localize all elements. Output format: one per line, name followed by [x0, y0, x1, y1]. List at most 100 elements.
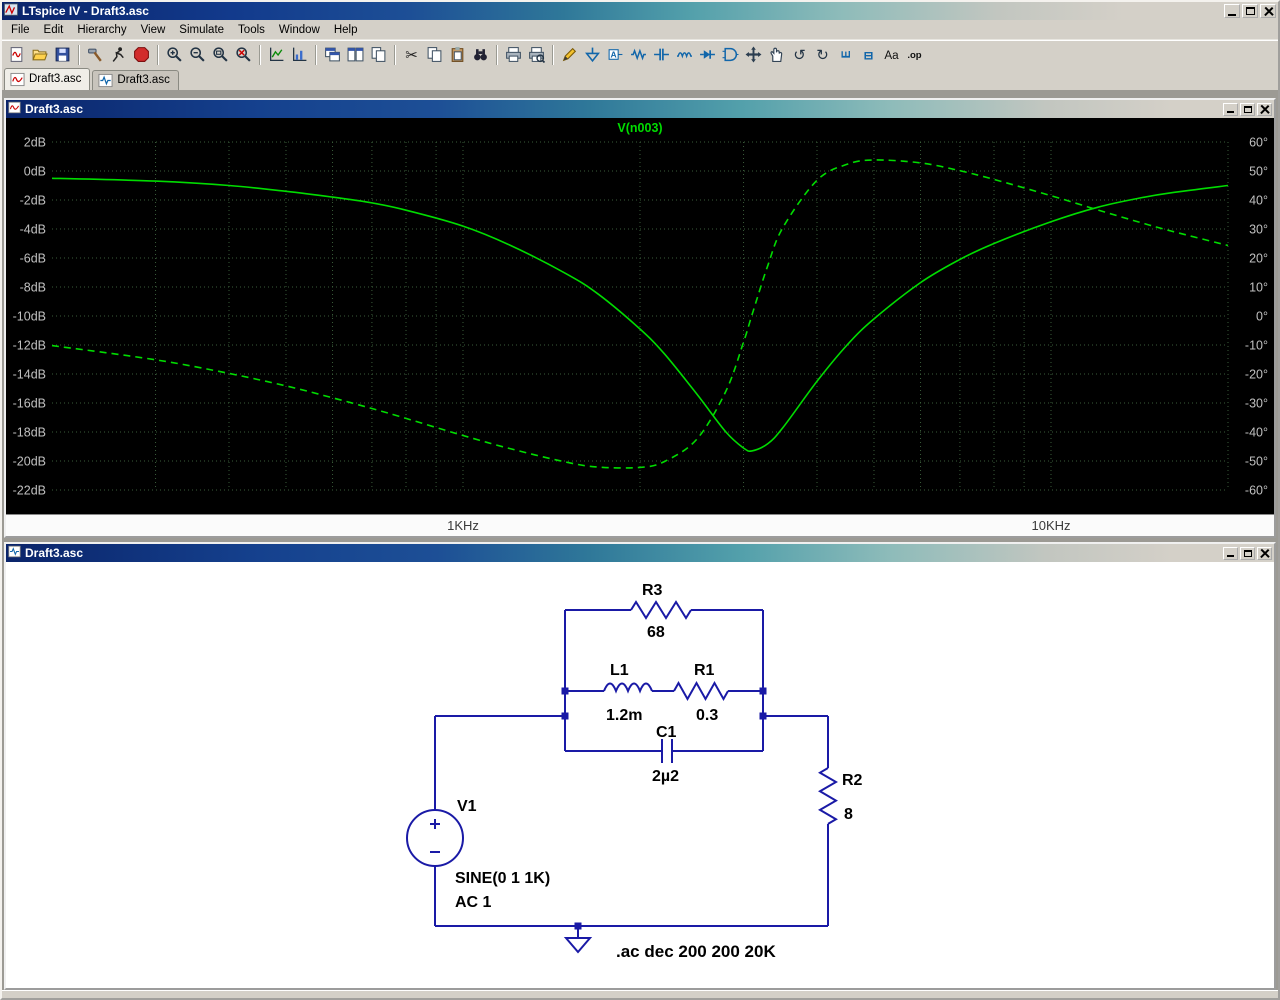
- resistor-button[interactable]: [627, 44, 650, 66]
- R1-value[interactable]: 0.3: [696, 707, 718, 724]
- capacitor-button[interactable]: [650, 44, 673, 66]
- control-panel-button[interactable]: [84, 44, 107, 66]
- copy-bitmap-button[interactable]: [367, 44, 390, 66]
- component-button[interactable]: [719, 44, 742, 66]
- copy-button[interactable]: [423, 44, 446, 66]
- drag-button[interactable]: [765, 44, 788, 66]
- capacitor-C1-symbol[interactable]: [662, 739, 672, 763]
- resistor-R2-symbol[interactable]: [820, 768, 836, 824]
- zoom-back-button[interactable]: [186, 44, 209, 66]
- open-button[interactable]: [28, 44, 51, 66]
- menu-window[interactable]: Window: [272, 21, 327, 39]
- resistor-R3-symbol[interactable]: [631, 602, 691, 618]
- menu-edit[interactable]: Edit: [37, 21, 71, 39]
- tile-windows-button[interactable]: [344, 44, 367, 66]
- spice-directive-button[interactable]: .op: [903, 44, 926, 66]
- toolbar-separator: [157, 45, 159, 65]
- find-button[interactable]: [469, 44, 492, 66]
- V1-sine-spec[interactable]: SINE(0 1 1K): [455, 870, 550, 887]
- wire-icon: [561, 46, 578, 63]
- V1-label[interactable]: V1: [457, 798, 477, 815]
- wire-button[interactable]: [558, 44, 581, 66]
- schematic-close-button[interactable]: [1257, 547, 1272, 560]
- redo-button[interactable]: ↻: [811, 44, 834, 66]
- zoom-full-button[interactable]: [232, 44, 255, 66]
- plot-settings-button[interactable]: [288, 44, 311, 66]
- waveform-window: Draft3.asc 2dB0dB-2dB-4dB-6dB-8dB-10dB-1…: [4, 98, 1276, 538]
- paste-button[interactable]: [446, 44, 469, 66]
- rotate-button[interactable]: E: [834, 44, 857, 66]
- circuit-wires[interactable]: [435, 610, 828, 938]
- svg-text:60°: 60°: [1249, 136, 1268, 150]
- menu-hierarchy[interactable]: Hierarchy: [70, 21, 133, 39]
- C1-value[interactable]: 2µ2: [652, 768, 679, 785]
- R1-label[interactable]: R1: [694, 662, 715, 679]
- trace-label[interactable]: V(n003): [617, 121, 662, 135]
- ground-icon: [584, 46, 601, 63]
- app-icon: [4, 3, 18, 20]
- schematic-minimize-button[interactable]: [1223, 547, 1238, 560]
- tab-schematic[interactable]: Draft3.asc: [92, 70, 178, 90]
- ground-symbol[interactable]: [566, 938, 590, 952]
- text-button[interactable]: Aa: [880, 44, 903, 66]
- autorange-button[interactable]: [265, 44, 288, 66]
- zoom-in-button[interactable]: [163, 44, 186, 66]
- inductor-L1-symbol[interactable]: [604, 684, 652, 692]
- autorange-icon: [268, 46, 285, 63]
- resistor-R1-symbol[interactable]: [674, 683, 728, 699]
- schematic-window-title: Draft3.asc: [25, 546, 83, 560]
- L1-label[interactable]: L1: [610, 662, 629, 679]
- minimize-button[interactable]: [1224, 4, 1240, 18]
- C1-label[interactable]: C1: [656, 724, 677, 741]
- schematic-canvas[interactable]: R3 68 L1 1.2m R1 0.3 C1 2µ2 R2 8 V1 SINE…: [6, 562, 1274, 988]
- close-button[interactable]: [1260, 4, 1276, 18]
- print-button[interactable]: [502, 44, 525, 66]
- save-button[interactable]: [51, 44, 74, 66]
- schematic-titlebar[interactable]: Draft3.asc: [6, 544, 1274, 562]
- waveform-maximize-button[interactable]: [1240, 103, 1255, 116]
- run-button[interactable]: [107, 44, 130, 66]
- diode-button[interactable]: [696, 44, 719, 66]
- R2-label[interactable]: R2: [842, 772, 863, 789]
- svg-text:Aa: Aa: [884, 49, 899, 62]
- spice-directive-text[interactable]: .ac dec 200 200 20K: [616, 942, 776, 961]
- halt-button[interactable]: [130, 44, 153, 66]
- schematic-maximize-button[interactable]: [1240, 547, 1255, 560]
- waveform-titlebar[interactable]: Draft3.asc: [6, 100, 1274, 118]
- svg-text:↻: ↻: [816, 48, 828, 63]
- label-net-button[interactable]: A: [604, 44, 627, 66]
- plot-grid: [52, 142, 1228, 490]
- menu-help[interactable]: Help: [327, 21, 365, 39]
- R3-value[interactable]: 68: [647, 624, 665, 641]
- drag-icon: [768, 46, 785, 63]
- R2-value[interactable]: 8: [844, 806, 853, 823]
- ground-button[interactable]: [581, 44, 604, 66]
- plot-svg[interactable]: 2dB0dB-2dB-4dB-6dB-8dB-10dB-12dB-14dB-16…: [6, 118, 1274, 514]
- svg-text:✂: ✂: [405, 48, 417, 63]
- menu-file[interactable]: File: [4, 21, 37, 39]
- menu-view[interactable]: View: [134, 21, 173, 39]
- svg-text:0°: 0°: [1256, 310, 1268, 324]
- move-button[interactable]: [742, 44, 765, 66]
- menu-simulate[interactable]: Simulate: [172, 21, 231, 39]
- restore-button[interactable]: [1242, 4, 1258, 18]
- L1-value[interactable]: 1.2m: [606, 707, 642, 724]
- tab-waveform[interactable]: Draft3.asc: [4, 68, 90, 90]
- cascade-windows-button[interactable]: [321, 44, 344, 66]
- voltage-source-V1-symbol[interactable]: [407, 810, 463, 866]
- undo-button[interactable]: ↺: [788, 44, 811, 66]
- inductor-icon: [676, 46, 693, 63]
- print-preview-button[interactable]: [525, 44, 548, 66]
- zoom-area-button[interactable]: [209, 44, 232, 66]
- waveform-minimize-button[interactable]: [1223, 103, 1238, 116]
- V1-ac-spec[interactable]: AC 1: [455, 894, 492, 911]
- mirror-button[interactable]: EE: [857, 44, 880, 66]
- menu-tools[interactable]: Tools: [231, 21, 272, 39]
- toolbar-separator: [552, 45, 554, 65]
- inductor-button[interactable]: [673, 44, 696, 66]
- tab-label: Draft3.asc: [29, 73, 81, 85]
- waveform-close-button[interactable]: [1257, 103, 1272, 116]
- R3-label[interactable]: R3: [642, 582, 663, 599]
- new-schematic-button[interactable]: [5, 44, 28, 66]
- cut-button[interactable]: ✂: [400, 44, 423, 66]
